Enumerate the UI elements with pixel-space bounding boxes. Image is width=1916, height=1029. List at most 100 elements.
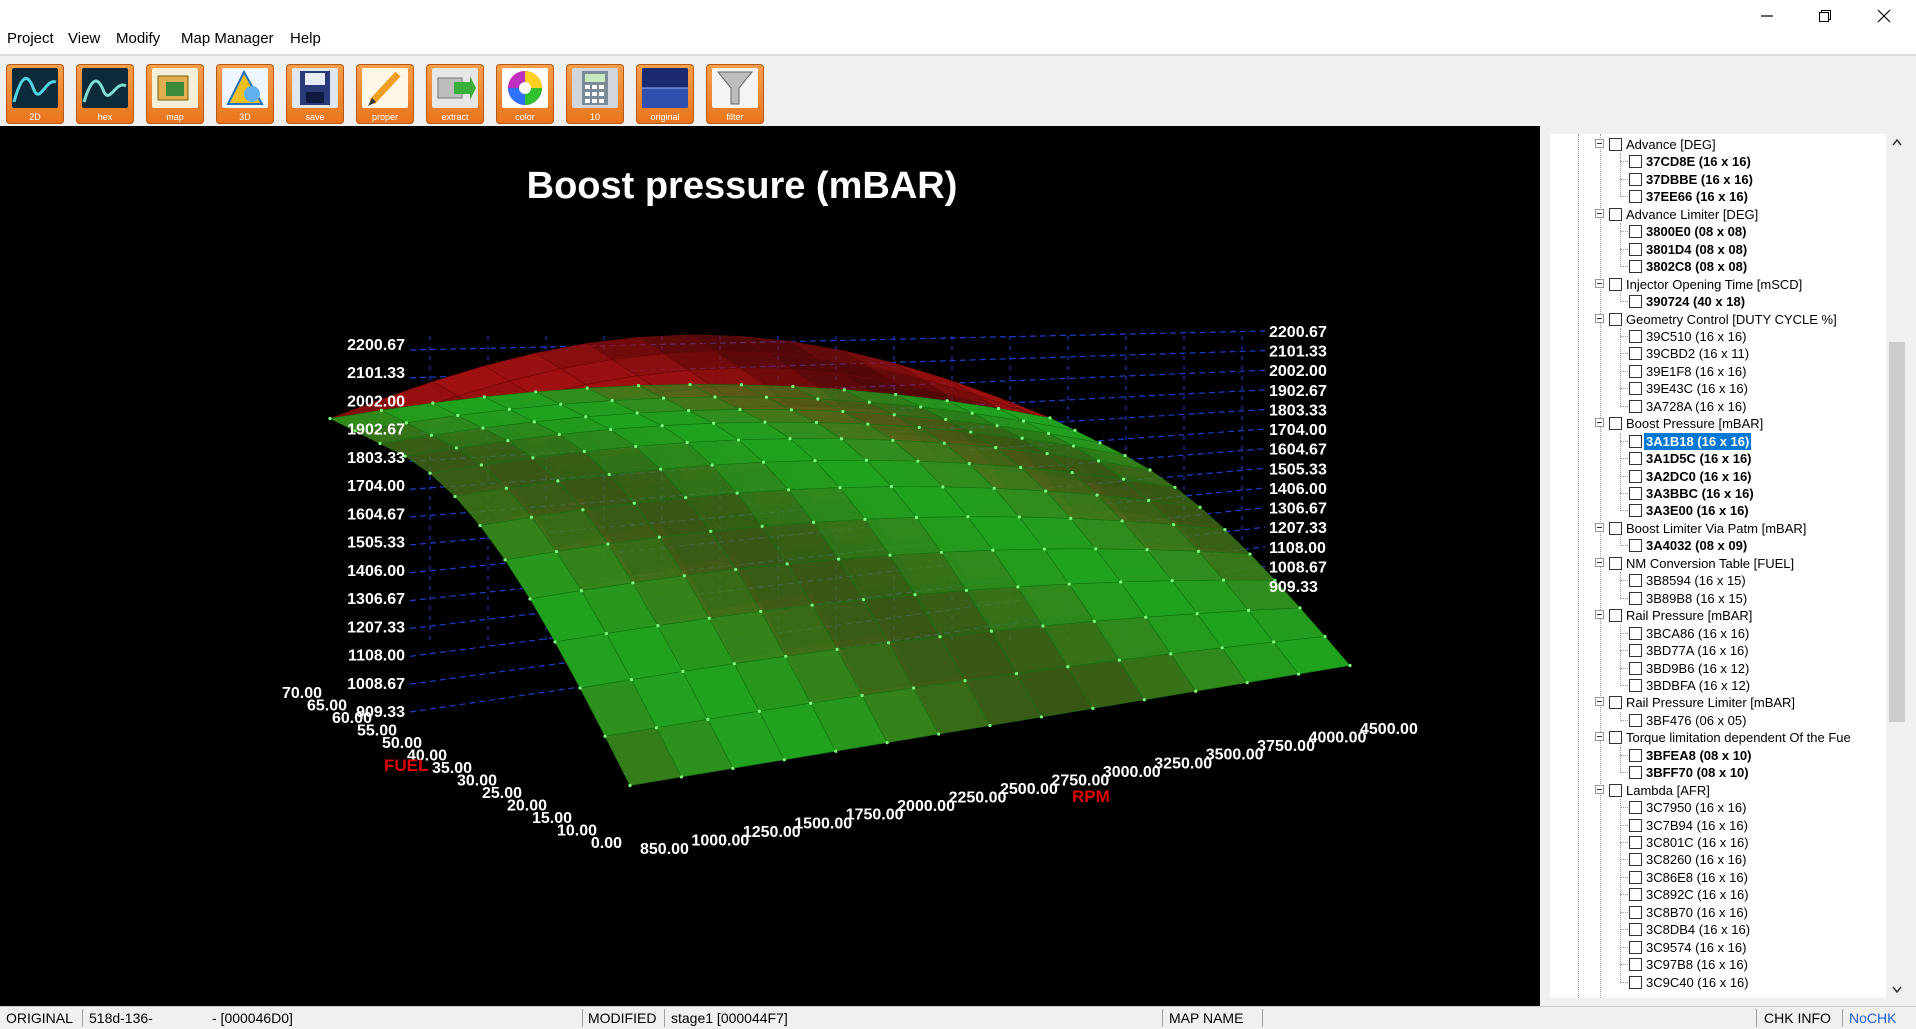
menu-map-manager[interactable]: Map Manager [181, 30, 274, 47]
tree-checkbox[interactable] [1629, 399, 1642, 413]
tree-item[interactable]: 3C8DB4 (16 x 16) [1550, 921, 1886, 938]
tree-item[interactable]: 39E43C (16 x 16) [1550, 380, 1886, 397]
tree-group[interactable]: Advance Limiter [DEG] [1550, 206, 1886, 223]
tree-item[interactable]: 37DBBE (16 x 16) [1550, 171, 1886, 188]
tree-item[interactable]: 3A3BBC (16 x 16) [1550, 485, 1886, 502]
collapse-icon[interactable] [1595, 313, 1604, 323]
tree-item[interactable]: 3C801C (16 x 16) [1550, 834, 1886, 851]
tree-checkbox[interactable] [1629, 329, 1642, 343]
scroll-down-icon[interactable] [1886, 980, 1908, 998]
tree-checkbox[interactable] [1629, 242, 1642, 256]
tree-checkbox[interactable] [1629, 155, 1642, 169]
tree-checkbox[interactable] [1629, 626, 1642, 640]
toolbar-calculator-button[interactable]: 10 [566, 64, 624, 124]
tree-item[interactable]: 37EE66 (16 x 16) [1550, 188, 1886, 205]
tree-checkbox[interactable] [1629, 905, 1642, 919]
tree-checkbox[interactable] [1609, 417, 1622, 431]
tree-item[interactable]: 3C7950 (16 x 16) [1550, 799, 1886, 816]
tree-item[interactable]: 3BFF70 (08 x 10) [1550, 764, 1886, 781]
tree-group[interactable]: Rail Pressure Limiter [mBAR] [1550, 694, 1886, 711]
tree-checkbox[interactable] [1609, 312, 1622, 326]
tree-item[interactable]: 39C510 (16 x 16) [1550, 328, 1886, 345]
tree-group[interactable]: Boost Pressure [mBAR] [1550, 415, 1886, 432]
close-button[interactable] [1855, 2, 1913, 30]
tree-item[interactable]: 3BD77A (16 x 16) [1550, 642, 1886, 659]
tree-checkbox[interactable] [1609, 609, 1622, 623]
tree-item[interactable]: 3C97B8 (16 x 16) [1550, 956, 1886, 973]
tree-item[interactable]: 3B8594 (16 x 15) [1550, 572, 1886, 589]
tree-checkbox[interactable] [1629, 347, 1642, 361]
toolbar-extract-button[interactable]: extract [426, 64, 484, 124]
tree-group[interactable]: Advance [DEG] [1550, 136, 1886, 153]
toolbar-3d-button[interactable]: 3D [216, 64, 274, 124]
toolbar-proper-button[interactable]: proper [356, 64, 414, 124]
tree-checkbox[interactable] [1629, 644, 1642, 658]
tree-item[interactable]: 3A1B18 (16 x 16) [1550, 431, 1886, 451]
toolbar-color-button[interactable]: color [496, 64, 554, 124]
tree-item[interactable]: 39CBD2 (16 x 11) [1550, 345, 1886, 362]
tree-item[interactable]: 3C9574 (16 x 16) [1550, 939, 1886, 956]
scroll-up-icon[interactable] [1886, 134, 1908, 152]
tree-checkbox[interactable] [1629, 487, 1642, 500]
tree-checkbox[interactable] [1629, 853, 1642, 867]
tree-checkbox[interactable] [1629, 818, 1642, 832]
tree-checkbox[interactable] [1629, 225, 1642, 239]
tree-item[interactable]: 3802C8 (08 x 08) [1550, 258, 1886, 275]
tree-checkbox[interactable] [1629, 434, 1642, 448]
tree-item[interactable]: 3BFEA8 (08 x 10) [1550, 747, 1886, 764]
tree-checkbox[interactable] [1629, 539, 1642, 553]
tree-item[interactable]: 3A4032 (08 x 09) [1550, 537, 1886, 554]
tree-group[interactable]: Torque limitation dependent Of the Fue [1550, 729, 1886, 746]
menu-modify[interactable]: Modify [116, 30, 160, 47]
tree-scrollbar[interactable] [1886, 134, 1908, 998]
tree-item[interactable]: 3BD9B6 (16 x 12) [1550, 660, 1886, 677]
restore-button[interactable] [1796, 2, 1854, 30]
tree-checkbox[interactable] [1629, 260, 1642, 274]
tree-item[interactable]: 37CD8E (16 x 16) [1550, 153, 1886, 170]
collapse-icon[interactable] [1595, 522, 1604, 532]
collapse-icon[interactable] [1595, 610, 1604, 620]
toolbar-map-button[interactable]: map [146, 64, 204, 124]
tree-checkbox[interactable] [1629, 958, 1642, 972]
tree-checkbox[interactable] [1609, 138, 1622, 151]
tree-checkbox[interactable] [1629, 295, 1642, 309]
scrollbar-thumb[interactable] [1889, 342, 1905, 722]
tree-checkbox[interactable] [1629, 975, 1642, 989]
collapse-icon[interactable] [1595, 557, 1604, 567]
tree-checkbox[interactable] [1629, 940, 1642, 954]
chart-3d-view[interactable]: Boost pressure (mBAR) 909.33 909.33 1008.6… [0, 126, 1540, 1006]
tree-checkbox[interactable] [1609, 277, 1622, 291]
tree-item[interactable]: 3C892C (16 x 16) [1550, 886, 1886, 903]
tree-checkbox[interactable] [1629, 574, 1642, 588]
tree-checkbox[interactable] [1609, 783, 1622, 797]
tree-checkbox[interactable] [1629, 870, 1642, 884]
map-tree[interactable]: Advance [DEG] 37CD8E (16 x 16) 37DBBE (16 … [1550, 134, 1886, 998]
tree-item[interactable]: 3C86E8 (16 x 16) [1550, 869, 1886, 886]
tree-item[interactable]: 3801D4 (08 x 08) [1550, 241, 1886, 258]
tree-checkbox[interactable] [1629, 172, 1642, 186]
tree-group[interactable]: NM Conversion Table [FUEL] [1550, 555, 1886, 572]
tree-item[interactable]: 39E1F8 (16 x 16) [1550, 363, 1886, 380]
tree-checkbox[interactable] [1629, 748, 1642, 762]
tree-checkbox[interactable] [1629, 382, 1642, 396]
tree-item[interactable]: 3BDBFA (16 x 12) [1550, 677, 1886, 694]
tree-checkbox[interactable] [1629, 678, 1642, 692]
toolbar-hex-button[interactable]: hex [76, 64, 134, 124]
tree-checkbox[interactable] [1629, 801, 1642, 815]
menu-project[interactable]: Project [7, 30, 54, 47]
tree-item[interactable]: 390724 (40 x 18) [1550, 293, 1886, 310]
tree-checkbox[interactable] [1609, 207, 1622, 221]
tree-checkbox[interactable] [1609, 556, 1622, 570]
toolbar-save-button[interactable]: save [286, 64, 344, 124]
tree-item[interactable]: 3B89B8 (16 x 15) [1550, 590, 1886, 607]
tree-item[interactable]: 3BF476 (06 x 05) [1550, 712, 1886, 729]
tree-checkbox[interactable] [1629, 888, 1642, 902]
tree-group[interactable]: Geometry Control [DUTY CYCLE %] [1550, 311, 1886, 328]
tree-group[interactable]: Injector Opening Time [mSCD] [1550, 276, 1886, 293]
toolbar-filter-button[interactable]: filter [706, 64, 764, 124]
tree-checkbox[interactable] [1629, 190, 1642, 204]
tree-item[interactable]: 3C8B70 (16 x 16) [1550, 904, 1886, 921]
tree-item[interactable]: 3A728A (16 x 16) [1550, 398, 1886, 415]
collapse-icon[interactable] [1595, 139, 1604, 148]
toolbar-original-button[interactable]: original [636, 64, 694, 124]
